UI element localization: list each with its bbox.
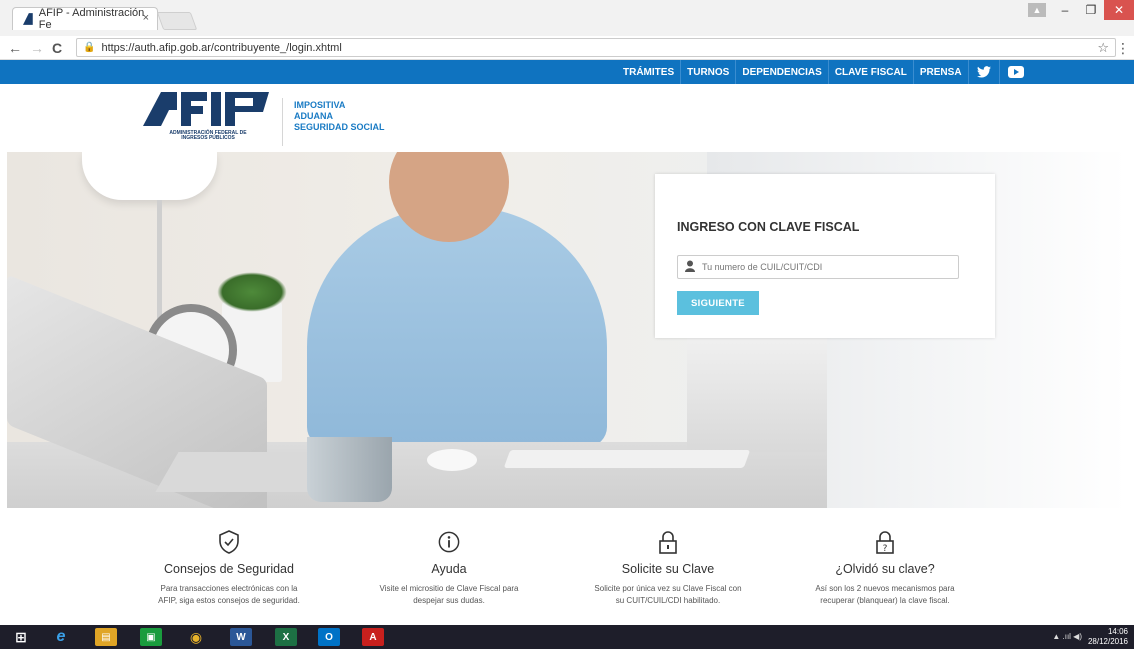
nav-clave-fiscal[interactable]: CLAVE FISCAL	[827, 60, 913, 84]
lock-icon	[659, 531, 677, 554]
url-text: https://auth.afip.gob.ar/contribuyente_/…	[101, 41, 342, 54]
store-icon[interactable]: ▣	[140, 628, 162, 646]
nav-dependencias[interactable]: DEPENDENCIAS	[735, 60, 827, 84]
acrobat-icon[interactable]: A	[362, 628, 384, 646]
youtube-icon[interactable]	[998, 60, 1032, 84]
close-window-button[interactable]: ✕	[1104, 0, 1134, 20]
minimize-button[interactable]: –	[1052, 0, 1078, 20]
hero-lamp	[82, 152, 217, 200]
hero-person	[307, 207, 607, 447]
excel-icon[interactable]: X	[275, 628, 297, 646]
afip-favicon-icon	[23, 13, 33, 25]
outlook-icon[interactable]: O	[318, 628, 340, 646]
address-bar: ← → C 🔒 https://auth.afip.gob.ar/contrib…	[0, 36, 1134, 60]
feature-olvido-clave[interactable]: ? ¿Olvidó su clave? Así son los 2 nuevos…	[795, 530, 975, 607]
feature-title: Consejos de Seguridad	[164, 562, 294, 576]
logo-subtitle: ADMINISTRACIÓN FEDERAL DE INGRESOS PÚBLI…	[169, 130, 247, 141]
nav-turnos[interactable]: TURNOS	[680, 60, 735, 84]
feature-desc: Para transacciones electrónicas con la AF…	[158, 584, 300, 605]
feature-desc: Solicite por única vez su Clave Fiscal c…	[594, 584, 742, 605]
reload-button[interactable]: C	[52, 40, 62, 56]
new-tab-button[interactable]	[156, 12, 198, 30]
tab-title: AFIP - Administración Fe	[38, 7, 145, 31]
back-button[interactable]: ←	[8, 40, 22, 56]
site-header: ADMINISTRACIÓN FEDERAL DE INGRESOS PÚBLI…	[0, 84, 1134, 152]
header-tagline: IMPOSITIVA ADUANA SEGURIDAD SOCIAL	[294, 100, 385, 132]
feature-title: ¿Olvidó su clave?	[835, 562, 935, 576]
siguiente-button[interactable]: SIGUIENTE	[677, 291, 759, 315]
feature-seguridad[interactable]: Consejos de Seguridad Para transacciones…	[139, 530, 319, 607]
ie-icon[interactable]: e	[50, 628, 72, 646]
info-icon	[438, 531, 460, 553]
windows-taskbar: ⊞ e ▤ ▣ ◉ W X O A ▲ .ııl ◀) 14:06 28/12/…	[0, 625, 1134, 649]
top-navigation: TRÁMITES TURNOS DEPENDENCIAS CLAVE FISCA…	[0, 60, 1134, 84]
browser-tab[interactable]: AFIP - Administración Fe ×	[12, 7, 158, 31]
restore-button[interactable]: ❐	[1078, 0, 1104, 20]
feature-desc: Visite el micrositio de Clave Fiscal par…	[379, 584, 519, 605]
feature-solicite-clave[interactable]: Solicite su Clave Solicite por única vez…	[578, 530, 758, 607]
login-card: INGRESO CON CLAVE FISCAL SIGUIENTE	[655, 174, 995, 338]
nav-prensa[interactable]: PRENSA	[912, 60, 968, 84]
shield-check-icon	[219, 530, 239, 554]
url-input[interactable]: 🔒 https://auth.afip.gob.ar/contribuyente…	[76, 38, 1116, 57]
tab-close-icon[interactable]: ×	[143, 12, 149, 24]
system-tray-icons[interactable]: ▲ .ııl ◀)	[1052, 632, 1082, 641]
lock-question-icon: ?	[876, 531, 894, 554]
system-clock[interactable]: 14:06 28/12/2016	[1088, 627, 1128, 647]
file-explorer-icon[interactable]: ▤	[95, 628, 117, 646]
hero-keyboard	[503, 450, 751, 468]
header-separator	[282, 98, 283, 146]
chrome-icon[interactable]: ◉	[185, 628, 207, 646]
forward-button[interactable]: →	[30, 40, 44, 56]
cuit-input[interactable]	[677, 255, 959, 279]
feature-title: Solicite su Clave	[621, 562, 715, 576]
window-user-icon[interactable]: ▲	[1028, 3, 1046, 17]
browser-tabstrip: AFIP - Administración Fe × ▲ – ❐ ✕	[0, 0, 1134, 36]
hero-mug	[307, 437, 392, 502]
browser-menu-icon[interactable]: ⋮	[1116, 40, 1130, 57]
login-title: INGRESO CON CLAVE FISCAL	[677, 220, 860, 234]
bookmark-star-icon[interactable]: ☆	[1097, 40, 1109, 56]
twitter-icon[interactable]	[967, 60, 999, 84]
window-controls: ▲ – ❐ ✕	[1022, 0, 1134, 20]
hero-mouse	[427, 449, 477, 471]
feature-ayuda[interactable]: Ayuda Visite el micrositio de Clave Fisc…	[359, 530, 539, 607]
user-icon	[685, 260, 695, 272]
start-button[interactable]: ⊞	[10, 628, 32, 646]
hero-plant	[217, 272, 287, 312]
svg-text:?: ?	[883, 544, 888, 554]
feature-desc: Así son los 2 nuevos mecanismos para recu…	[815, 584, 955, 605]
word-icon[interactable]: W	[230, 628, 252, 646]
secure-lock-icon: 🔒	[83, 42, 96, 53]
features-section: Consejos de Seguridad Para transacciones…	[0, 530, 1134, 625]
nav-tramites[interactable]: TRÁMITES	[617, 60, 680, 84]
feature-title: Ayuda	[431, 562, 467, 576]
